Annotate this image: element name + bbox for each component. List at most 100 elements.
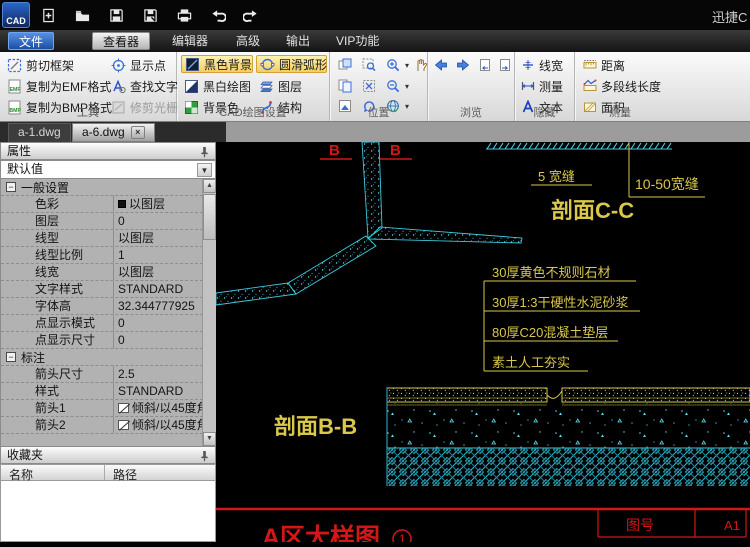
undo-button[interactable]	[206, 3, 230, 27]
prop-row-point-size: 点显示尺寸 0	[1, 332, 203, 349]
menu-tab-vip[interactable]: VIP功能	[326, 32, 389, 50]
prop-row-point-mode: 点显示模式 0	[1, 315, 203, 332]
drawing-canvas[interactable]: B B 10-50宽缝 5 宽缝 剖面C-C 30厚黄色不规则石材 30厚1:3…	[216, 142, 750, 542]
prop-value[interactable]: 倾斜/以45度角	[113, 417, 203, 433]
doc-tab-a1[interactable]: a-1.dwg	[8, 123, 71, 142]
layers-button[interactable]: 图层	[256, 77, 305, 95]
prop-value[interactable]: 以图层	[113, 264, 203, 280]
prop-value[interactable]: STANDARD	[113, 281, 203, 297]
prop-value[interactable]: 32.344777925	[113, 298, 203, 314]
measure-ruler-icon	[521, 79, 535, 93]
zoom-in-button[interactable]	[384, 56, 402, 74]
zoom-out-dropdown[interactable]: ▾	[402, 82, 412, 91]
collapse-icon[interactable]: −	[6, 182, 16, 192]
zoom-in-icon	[386, 58, 400, 72]
black-background-toggle[interactable]: 黑色背景	[181, 55, 253, 73]
section-general-settings[interactable]: − 一般设置	[1, 179, 203, 196]
prop-value[interactable]: 以图层	[113, 230, 203, 246]
next-page-button[interactable]	[496, 56, 514, 74]
close-tab-icon[interactable]: ×	[131, 126, 145, 139]
sheet-number-value: A1	[724, 518, 740, 533]
favorites-col-path[interactable]: 路径	[105, 465, 215, 480]
polyline-length-button[interactable]: 多段线长度	[580, 77, 664, 95]
zoom-in-dropdown[interactable]: ▾	[402, 61, 412, 70]
prop-row-dim-style: 样式 STANDARD	[1, 383, 203, 400]
pin-icon[interactable]	[198, 449, 211, 462]
cut-frame-button[interactable]: 剪切框架	[4, 56, 77, 74]
distance-button[interactable]: 距离	[580, 56, 628, 74]
save-as-icon	[143, 8, 158, 23]
previous-page-button[interactable]	[476, 56, 494, 74]
back-button[interactable]	[432, 56, 450, 74]
prop-value[interactable]: 倾斜/以45度角	[113, 400, 203, 416]
prop-value[interactable]: 1	[113, 247, 203, 263]
preset-dropdown[interactable]: 默认值 ▼	[0, 160, 216, 179]
prop-value[interactable]: 2.5	[113, 366, 203, 382]
zoom-out-button[interactable]	[384, 77, 402, 95]
cad-drawing[interactable]: B B 10-50宽缝 5 宽缝 剖面C-C 30厚黄色不规则石材 30厚1:3…	[216, 142, 750, 542]
print-icon	[177, 8, 192, 23]
detail-number: 1	[399, 532, 406, 542]
menu-tab-output[interactable]: 输出	[276, 32, 320, 50]
prop-label: 箭头1	[1, 400, 113, 416]
show-points-button[interactable]: 显示点	[108, 56, 169, 74]
app-logo[interactable]: CAD	[2, 2, 30, 28]
note-concrete: 80厚C20混凝土垫层	[492, 325, 608, 340]
prop-value[interactable]: STANDARD	[113, 383, 203, 399]
prop-value[interactable]: 以图层	[113, 196, 203, 212]
bw-drawing-button[interactable]: 黑白绘图	[181, 77, 254, 95]
redo-button[interactable]	[238, 3, 262, 27]
properties-scrollbar[interactable]: ▲ ▼	[202, 179, 216, 446]
menu-tab-file[interactable]: 文件	[8, 32, 54, 50]
prop-row-arrow1: 箭头1 倾斜/以45度角	[1, 400, 203, 417]
show-points-icon	[111, 58, 126, 73]
smooth-arc-toggle[interactable]: 圆滑弧形	[256, 55, 327, 73]
window-view-icon	[338, 58, 352, 72]
scrollbar-thumb[interactable]	[203, 194, 216, 240]
save-button[interactable]	[104, 3, 128, 27]
black-background-icon	[185, 57, 200, 72]
new-file-icon	[41, 8, 56, 23]
zoom-window-button[interactable]	[360, 56, 378, 74]
section-cc-title: 剖面C-C	[551, 198, 634, 223]
scroll-down-icon[interactable]: ▼	[203, 432, 216, 446]
black-background-label: 黑色背景	[204, 56, 252, 73]
save-as-button[interactable]	[138, 3, 162, 27]
cut-frame-label: 剪切框架	[26, 57, 74, 74]
layers-icon	[259, 79, 274, 94]
doc-tab-a6[interactable]: a-6.dwg ×	[72, 123, 155, 142]
prop-row-color: 色彩 以图层	[1, 196, 203, 213]
line-width-button[interactable]: 线宽	[518, 56, 566, 74]
previous-page-icon	[478, 58, 492, 72]
section-general-label: 一般设置	[21, 179, 69, 196]
prop-value[interactable]: 0	[113, 315, 203, 331]
forward-button[interactable]	[454, 56, 472, 74]
open-file-button[interactable]	[70, 3, 94, 27]
prop-value-text: 32.344777925	[118, 298, 195, 314]
print-button[interactable]	[172, 3, 196, 27]
menu-tab-editor[interactable]: 编辑器	[162, 32, 218, 50]
concrete-layer	[387, 403, 750, 448]
detail-title: A区大样图	[262, 523, 380, 542]
menu-tab-viewer[interactable]: 查看器	[92, 32, 150, 50]
menu-tab-advanced[interactable]: 高级	[226, 32, 270, 50]
preset-dropdown-arrow[interactable]: ▼	[197, 163, 212, 177]
new-file-button[interactable]	[36, 3, 60, 27]
section-dimension[interactable]: − 标注	[1, 349, 203, 366]
window-view-button[interactable]	[336, 56, 354, 74]
collapse-icon[interactable]: −	[6, 352, 16, 362]
prop-value[interactable]: 0	[113, 213, 203, 229]
copy-view-button[interactable]	[336, 77, 354, 95]
prop-value[interactable]: 0	[113, 332, 203, 348]
prop-label: 图层	[1, 213, 113, 229]
pin-icon[interactable]	[198, 145, 211, 158]
hide-measure-button[interactable]: 测量	[518, 77, 566, 95]
find-text-button[interactable]: 查找文字	[108, 77, 181, 95]
copy-emf-button[interactable]: EMF 复制为EMF格式	[4, 77, 114, 95]
prop-label: 样式	[1, 383, 113, 399]
favorites-col-name[interactable]: 名称	[1, 465, 105, 480]
favorites-list[interactable]	[0, 481, 216, 542]
scroll-up-icon[interactable]: ▲	[203, 179, 216, 193]
zoom-extents-button[interactable]	[360, 77, 378, 95]
note-stone: 30厚黄色不规则石材	[492, 265, 610, 280]
